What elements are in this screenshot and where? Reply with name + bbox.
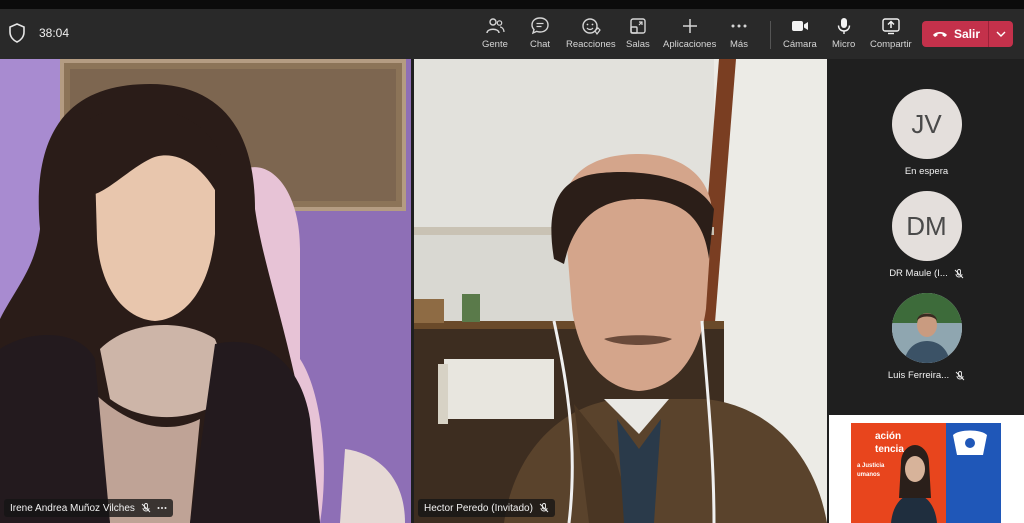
reactions-button[interactable]: Reacciones	[566, 16, 616, 50]
leave-button[interactable]: Salir	[922, 21, 988, 47]
leave-button-group: Salir	[922, 21, 1013, 47]
participant-status: En espera	[904, 166, 949, 177]
leave-options-button[interactable]	[989, 21, 1013, 47]
roster-participant-name: Luis Ferreira...	[888, 370, 965, 381]
meeting-timer: 38:04	[39, 26, 70, 40]
people-button[interactable]: Gente	[482, 16, 508, 50]
self-view-scene: ación tencia a Justicia umanos	[851, 423, 1001, 523]
participant-name: Hector Peredo (Invitado)	[424, 502, 533, 514]
mic-off-icon	[539, 503, 549, 513]
participant-name: DR Maule (I...	[889, 268, 948, 279]
leave-label: Salir	[954, 27, 981, 41]
reactions-icon	[582, 18, 601, 36]
more-label: Más	[730, 39, 748, 50]
avatar-photo	[891, 293, 962, 363]
share-label: Compartir	[870, 39, 912, 50]
video-tile-hector[interactable]: Hector Peredo (Invitado)	[414, 59, 827, 523]
rooms-label: Salas	[626, 39, 650, 50]
window-top-strip	[0, 0, 1024, 9]
chat-icon	[531, 17, 549, 35]
banner-text-1: ación	[875, 431, 901, 442]
more-icon	[731, 24, 747, 28]
people-label: Gente	[482, 39, 508, 50]
mic-off-icon	[141, 503, 151, 513]
apps-label: Aplicaciones	[663, 39, 717, 50]
participant-roster: JV En espera DM DR Maule (I... Luis Ferr…	[829, 59, 1024, 414]
self-view-video: ación tencia a Justicia umanos	[851, 423, 1001, 523]
participant-name: Luis Ferreira...	[887, 370, 950, 381]
camera-button[interactable]: Cámara	[783, 16, 817, 50]
roster-participant-dm[interactable]: DM DR Maule (I...	[829, 191, 1024, 279]
banner-text-4: umanos	[857, 472, 881, 478]
mic-icon	[837, 18, 850, 34]
share-button[interactable]: Compartir	[870, 16, 912, 50]
apps-button[interactable]: Aplicaciones	[663, 16, 716, 50]
avatar: DM	[891, 191, 962, 261]
chevron-down-icon	[996, 31, 1006, 37]
participant-name-tag: Hector Peredo (Invitado)	[418, 499, 555, 517]
roster-participant-jv[interactable]: JV En espera	[829, 89, 1024, 177]
roster-participant-luis[interactable]: Luis Ferreira...	[829, 293, 1024, 381]
self-view[interactable]: ación tencia a Justicia umanos	[829, 415, 1024, 523]
hangup-icon	[933, 32, 947, 37]
reactions-label: Reacciones	[566, 39, 616, 50]
roster-participant-name: En espera	[905, 166, 948, 177]
camera-label: Cámara	[783, 39, 817, 50]
plus-icon	[682, 19, 697, 33]
mic-button[interactable]: Micro	[832, 16, 855, 50]
mic-off-icon	[955, 370, 965, 380]
mic-label: Micro	[832, 39, 856, 50]
participant-video	[0, 59, 411, 523]
banner-text-2: tencia	[875, 444, 904, 455]
chat-button[interactable]: Chat	[530, 16, 550, 50]
share-icon	[882, 18, 900, 35]
rooms-icon	[630, 18, 646, 34]
chat-label: Chat	[530, 39, 551, 50]
video-tile-irene[interactable]: Irene Andrea Muñoz Vilches	[0, 59, 411, 523]
roster-participant-name: DR Maule (I...	[889, 268, 964, 279]
avatar	[891, 293, 962, 363]
more-options-icon[interactable]	[157, 503, 167, 513]
shield-icon[interactable]	[8, 23, 26, 43]
camera-icon	[791, 21, 808, 31]
participant-name-tag: Irene Andrea Muñoz Vilches	[4, 499, 173, 517]
participant-name: Irene Andrea Muñoz Vilches	[10, 502, 135, 514]
people-icon	[486, 18, 505, 34]
toolbar-divider	[770, 21, 771, 49]
meeting-toolbar: 38:04 Gente Chat Reacciones Salas Aplica…	[0, 9, 1024, 59]
banner-text-3: a Justicia	[857, 463, 885, 469]
mic-off-icon	[954, 268, 964, 278]
crest-logo	[953, 430, 987, 455]
rooms-button[interactable]: Salas	[626, 16, 650, 50]
more-button[interactable]: Más	[729, 16, 749, 50]
participant-video	[414, 59, 827, 523]
avatar: JV	[891, 89, 962, 159]
meeting-stage: Irene Andrea Muñoz Vilches Hector Peredo…	[0, 59, 1024, 523]
